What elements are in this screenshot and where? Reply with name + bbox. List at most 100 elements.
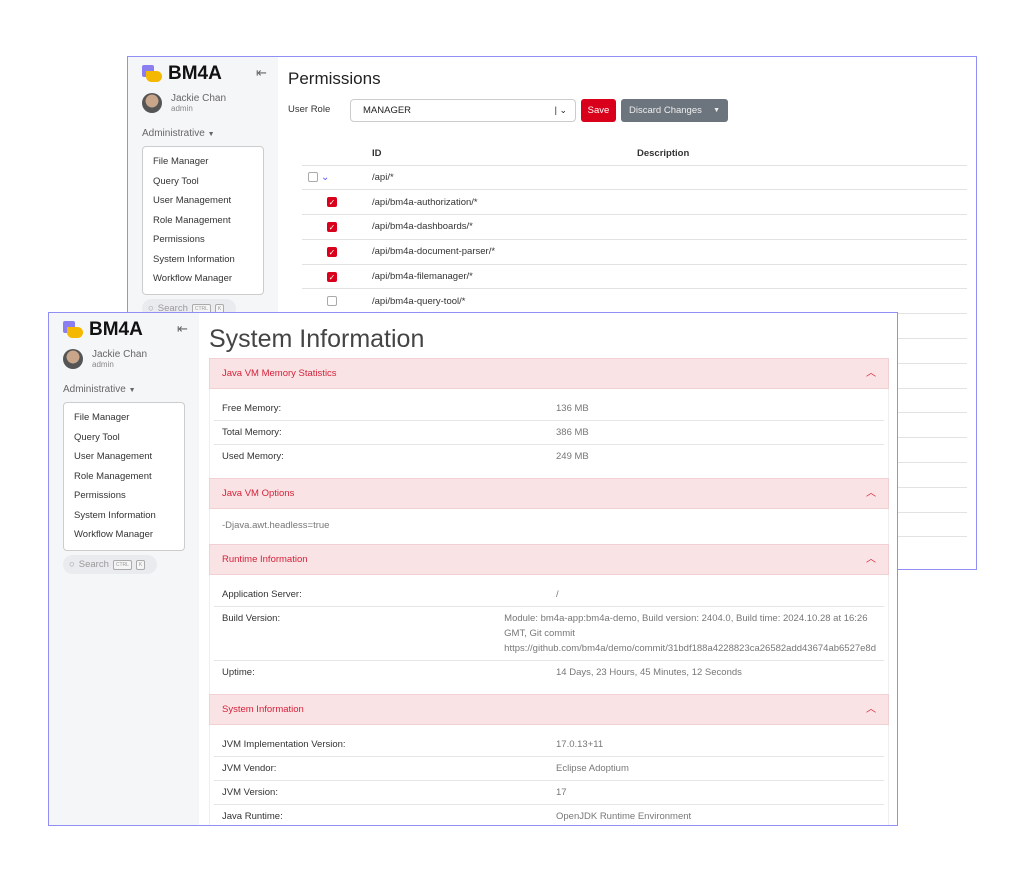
sysinfo-main: System Information Java VM Memory Statis…: [199, 313, 897, 825]
section-label: Administrative: [63, 384, 126, 395]
info-row: JVM Implementation Version: 17.0.13+11: [214, 733, 884, 757]
brand-name: BM4A: [89, 319, 143, 340]
sidebar-item-permissions[interactable]: Permissions: [143, 230, 263, 250]
info-value: 17.0.13+11: [556, 739, 604, 750]
page-title: Permissions: [288, 69, 381, 88]
info-key: Java Runtime:: [222, 811, 283, 822]
info-row: Java Runtime: OpenJDK Runtime Environment: [214, 805, 884, 825]
info-value: 386 MB: [556, 427, 589, 438]
info-row: Free Memory: 136 MB: [214, 397, 884, 421]
options-panel: Java VM Options ︿ -Djava.awt.headless=true: [209, 478, 889, 544]
search-icon: ○: [69, 559, 75, 570]
column-description: Description: [637, 148, 690, 160]
user-profile[interactable]: Jackie Chan admin: [63, 349, 147, 369]
brand-name: BM4A: [168, 63, 222, 84]
permission-description: [637, 214, 967, 240]
sidebar-item-permissions[interactable]: Permissions: [64, 486, 184, 506]
sidebar-item-role-management[interactable]: Role Management: [143, 211, 263, 231]
permission-checkbox[interactable]: ✓: [327, 271, 337, 282]
user-role-select[interactable]: MANAGER | ⌄: [350, 99, 576, 122]
panel-title: Java VM Memory Statistics: [222, 368, 337, 379]
info-value: 136 MB: [556, 403, 589, 414]
permission-id: /api/bm4a-filemanager/*: [372, 263, 637, 289]
permission-row: ✓ /api/bm4a-dashboards/*: [302, 214, 967, 240]
chevron-up-icon[interactable]: ︿: [866, 695, 876, 725]
collapse-sidebar-icon[interactable]: ⇤: [177, 321, 188, 337]
system-panel: System Information ︿ JVM Implementation Ve…: [209, 694, 889, 825]
discard-label: Discard Changes: [629, 105, 702, 116]
administrative-dropdown[interactable]: Administrative ▼: [142, 128, 215, 139]
caret-down-icon[interactable]: ▼: [713, 99, 720, 122]
panel-header[interactable]: Java VM Memory Statistics ︿: [209, 358, 889, 389]
info-key: Free Memory:: [222, 403, 282, 414]
user-role-value: MANAGER: [363, 105, 412, 116]
permission-checkbox[interactable]: [327, 296, 337, 307]
sidebar-item-system-information[interactable]: System Information: [64, 506, 184, 526]
chevron-down-icon: | ⌄: [554, 105, 567, 115]
info-row: Application Server: /: [214, 583, 884, 607]
search-label: Search: [78, 559, 109, 570]
panel-title: Runtime Information: [222, 554, 308, 565]
discard-changes-button[interactable]: Discard Changes ▼: [621, 99, 728, 122]
sidebar-item-workflow-manager[interactable]: Workflow Manager: [64, 525, 184, 545]
permission-row: ✓ /api/bm4a-filemanager/*: [302, 263, 967, 289]
sidebar-item-query-tool[interactable]: Query Tool: [64, 428, 184, 448]
user-profile[interactable]: Jackie Chan admin: [142, 93, 226, 113]
sidebar-item-user-management[interactable]: User Management: [143, 191, 263, 211]
sidebar-menu: File Manager Query Tool User Management …: [142, 146, 264, 295]
info-key: Application Server:: [222, 589, 302, 600]
section-label: Administrative: [142, 128, 205, 139]
sidebar-item-user-management[interactable]: User Management: [64, 447, 184, 467]
sidebar-menu: File Manager Query Tool User Management …: [63, 402, 185, 551]
panel-header[interactable]: Runtime Information ︿: [209, 544, 889, 575]
info-key: JVM Vendor:: [222, 763, 277, 774]
permission-id: /api/*: [372, 164, 637, 190]
info-value: 14 Days, 23 Hours, 45 Minutes, 12 Second…: [556, 667, 742, 678]
logo[interactable]: BM4A: [142, 63, 222, 85]
sidebar: BM4A ⇤ Jackie Chan admin Administrative ▼…: [49, 313, 199, 825]
page-title: System Information: [209, 325, 425, 353]
info-key: JVM Version:: [222, 787, 278, 798]
permission-checkbox[interactable]: ✓: [327, 246, 337, 257]
save-button[interactable]: Save: [581, 99, 616, 122]
sidebar-item-query-tool[interactable]: Query Tool: [143, 172, 263, 192]
info-value: Eclipse Adoptium: [556, 763, 629, 774]
permission-id: /api/bm4a-document-parser/*: [372, 238, 637, 265]
panel-header[interactable]: Java VM Options ︿: [209, 478, 889, 509]
chevron-down-icon[interactable]: ⌄: [321, 172, 329, 183]
permission-id: /api/bm4a-dashboards/*: [372, 214, 637, 240]
info-row: Used Memory: 249 MB: [214, 445, 884, 468]
user-role: admin: [92, 360, 114, 369]
info-key: JVM Implementation Version:: [222, 739, 346, 750]
logo-icon: [142, 65, 162, 83]
logo[interactable]: BM4A: [63, 319, 143, 341]
kbd-ctrl: CTRL: [112, 559, 132, 570]
chevron-up-icon[interactable]: ︿: [866, 479, 876, 509]
permission-description: [637, 189, 967, 215]
chevron-up-icon[interactable]: ︿: [866, 545, 876, 575]
permission-checkbox[interactable]: ✓: [327, 197, 337, 208]
search-button[interactable]: ○ Search CTRL K: [63, 555, 157, 574]
column-id: ID: [372, 148, 382, 160]
permission-row: /api/bm4a-query-tool/*: [302, 288, 967, 314]
chevron-up-icon[interactable]: ︿: [866, 359, 876, 389]
permission-checkbox[interactable]: ✓: [327, 221, 337, 232]
panel-title: Java VM Options: [222, 488, 295, 499]
sidebar-item-system-information[interactable]: System Information: [143, 250, 263, 270]
info-row: JVM Vendor: Eclipse Adoptium: [214, 757, 884, 781]
sidebar-item-workflow-manager[interactable]: Workflow Manager: [143, 269, 263, 289]
sidebar-item-file-manager[interactable]: File Manager: [143, 152, 263, 172]
panel-header[interactable]: System Information ︿: [209, 694, 889, 725]
sidebar-item-file-manager[interactable]: File Manager: [64, 408, 184, 428]
info-value: 249 MB: [556, 451, 589, 462]
sidebar-item-role-management[interactable]: Role Management: [64, 467, 184, 487]
collapse-sidebar-icon[interactable]: ⇤: [256, 65, 267, 81]
runtime-panel: Runtime Information ︿ Application Server: /…: [209, 544, 889, 694]
administrative-dropdown[interactable]: Administrative ▼: [63, 384, 136, 395]
permission-description: [637, 164, 967, 190]
info-key: Used Memory:: [222, 451, 284, 462]
permission-checkbox[interactable]: [308, 172, 318, 183]
info-key: Build Version:: [222, 613, 281, 624]
user-name: Jackie Chan: [171, 93, 227, 104]
info-value: 17: [556, 787, 567, 798]
